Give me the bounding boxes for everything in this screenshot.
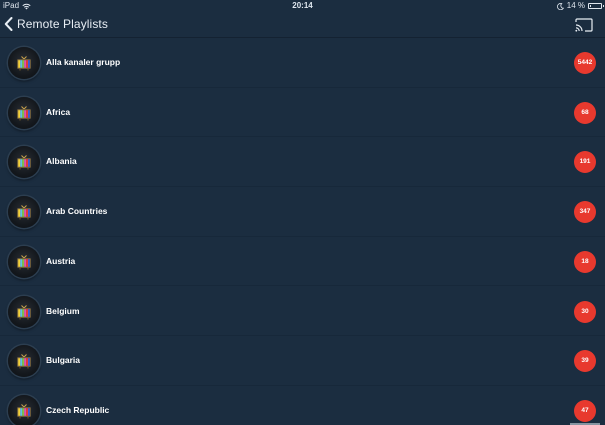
cast-icon (575, 18, 593, 32)
playlist-label: Albania (46, 156, 77, 167)
playlist-avatar (8, 196, 40, 229)
playlist-label: Arab Countries (46, 206, 108, 217)
playlist-avatar (8, 345, 40, 378)
battery-level (590, 4, 591, 7)
playlist-item[interactable]: Alla kanaler grupp 5442 (0, 38, 605, 88)
navigation-bar: Remote Playlists (0, 11, 605, 38)
playlist-label: Bulgaria (46, 355, 81, 366)
playlist-item[interactable]: Bulgaria 39 (0, 336, 605, 386)
page-title: Remote Playlists (17, 17, 108, 31)
tv-icon (17, 155, 31, 170)
battery-icon (588, 2, 604, 9)
app-screen: iPad 20:14 14 % Remote Playlists Alla ka… (0, 0, 605, 425)
status-bar: iPad 20:14 14 % (0, 0, 605, 11)
playlist-item[interactable]: Austria 18 (0, 237, 605, 287)
channel-count-badge: 47 (574, 399, 596, 422)
tv-icon (17, 404, 31, 419)
channel-count-badge: 5442 (574, 52, 596, 74)
channel-count-badge: 39 (574, 350, 596, 373)
playlist-item[interactable]: Africa 68 (0, 88, 605, 138)
playlist-label: Africa (46, 106, 71, 117)
tv-icon (17, 105, 31, 121)
status-right: 14 % (556, 0, 604, 11)
channel-count-badge: 18 (574, 250, 596, 273)
cast-button[interactable] (575, 18, 593, 32)
playlist-avatar (8, 245, 40, 278)
playlist-avatar (8, 47, 40, 79)
channel-count-badge: 68 (574, 101, 596, 124)
playlist-label: Czech Republic (46, 404, 110, 415)
battery-percent: 14 % (566, 1, 585, 10)
tv-icon (17, 254, 31, 270)
playlist-item[interactable]: Albania 191 (0, 137, 605, 188)
tv-icon (17, 56, 31, 71)
playlist-avatar (8, 394, 40, 425)
tv-icon (17, 354, 31, 369)
playlist-avatar (8, 295, 40, 328)
playlist-item[interactable]: Czech Republic 47 (0, 386, 605, 425)
channel-count-badge: 347 (574, 201, 596, 224)
channel-count-badge: 30 (574, 300, 596, 323)
back-button[interactable]: Remote Playlists (4, 15, 108, 33)
playlist-list: Alla kanaler grupp 5442 Africa 68 Albani… (0, 38, 605, 425)
playlist-avatar (8, 96, 40, 129)
chevron-left-icon (4, 17, 13, 31)
channel-count-badge: 191 (574, 151, 596, 174)
tv-icon (17, 205, 31, 220)
tv-icon (17, 304, 31, 319)
moon-icon (556, 2, 564, 11)
status-time: 20:14 (292, 1, 313, 10)
playlist-item[interactable]: Arab Countries 347 (0, 187, 605, 237)
playlist-label: Alla kanaler grupp (46, 57, 121, 67)
playlist-avatar (8, 146, 40, 179)
playlist-label: Austria (46, 255, 76, 266)
playlist-item[interactable]: Belgium 30 (0, 287, 605, 337)
playlist-label: Belgium (46, 305, 80, 316)
